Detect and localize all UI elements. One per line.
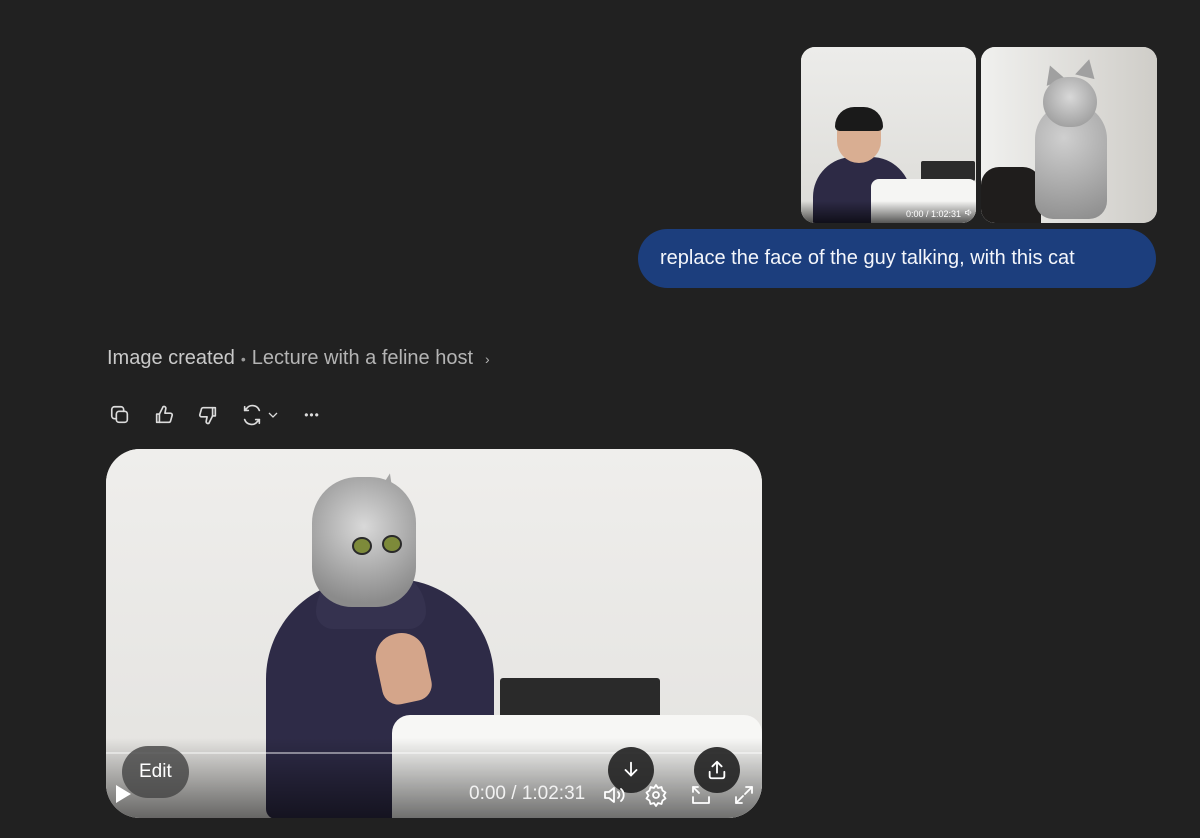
couch [981,167,1041,223]
chevron-down-icon[interactable] [267,409,279,421]
attachment-video-thumbnail[interactable]: 0:00 / 1:02:31 [801,47,976,223]
user-message-bubble: replace the face of the guy talking, wit… [638,229,1156,288]
cat-eye [352,537,372,555]
pip-icon[interactable] [689,783,713,807]
volume-icon[interactable] [964,208,973,219]
status-label: Image created [107,347,235,369]
edit-label: Edit [139,761,172,782]
generated-image[interactable]: Edit 0:00 / 1:02:31 [106,449,762,818]
cat-head [1043,77,1097,127]
more-icon[interactable]: ••• [299,402,325,428]
time-label: 0:00 / 1:02:31 [469,783,586,804]
fullscreen-icon[interactable] [732,783,756,807]
volume-icon[interactable] [602,783,626,807]
regenerate-icon[interactable] [239,402,265,428]
image-created-header[interactable]: Image created • Lecture with a feline ho… [107,347,490,370]
thumbs-up-icon[interactable] [151,402,177,428]
message-actions: ••• [107,402,343,428]
chevron-right-icon: › [485,350,490,367]
progress-bar[interactable] [106,752,762,754]
image-title: Lecture with a feline host [251,347,474,369]
settings-icon[interactable] [644,783,668,807]
download-icon [624,761,638,777]
laptop [921,161,975,181]
cat-eye [382,535,402,553]
thumbs-down-icon[interactable] [195,402,221,428]
play-icon[interactable] [116,785,131,803]
regenerate-menu[interactable] [239,402,279,428]
attachment-cat-image[interactable] [981,47,1157,223]
thumbnail-time: 0:00 / 1:02:31 [905,209,961,219]
more-dots: ••• [304,408,320,422]
speaker-hair [835,107,883,131]
share-icon [708,760,726,780]
copy-icon[interactable] [107,402,133,428]
separator-dot: • [240,350,246,367]
laptop [500,678,660,718]
edit-button[interactable]: Edit [122,746,189,798]
user-message-text: replace the face of the guy talking, wit… [660,247,1075,269]
